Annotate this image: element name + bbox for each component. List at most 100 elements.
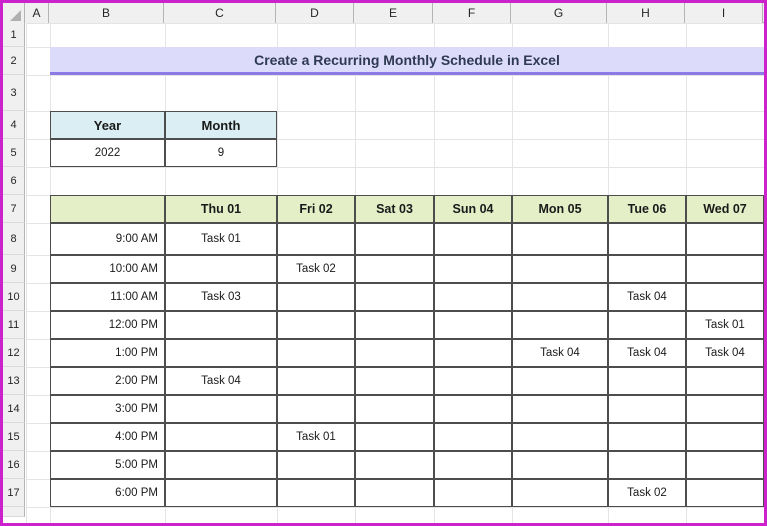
schedule-header-day-4[interactable]: Sun 04 [434, 195, 512, 223]
schedule-empty-cell[interactable] [165, 423, 277, 451]
schedule-empty-cell[interactable] [608, 223, 686, 255]
schedule-empty-cell[interactable] [608, 423, 686, 451]
schedule-empty-cell[interactable] [686, 479, 764, 507]
schedule-time-cell[interactable]: 4:00 PM [50, 423, 165, 451]
schedule-task-cell[interactable]: Task 04 [686, 339, 764, 367]
schedule-empty-cell[interactable] [355, 339, 434, 367]
schedule-empty-cell[interactable] [277, 367, 355, 395]
schedule-empty-cell[interactable] [512, 395, 608, 423]
column-header-c[interactable]: C [164, 3, 276, 23]
schedule-empty-cell[interactable] [686, 423, 764, 451]
schedule-empty-cell[interactable] [434, 339, 512, 367]
schedule-empty-cell[interactable] [355, 255, 434, 283]
column-header-e[interactable]: E [354, 3, 433, 23]
schedule-empty-cell[interactable] [165, 451, 277, 479]
schedule-empty-cell[interactable] [277, 339, 355, 367]
schedule-empty-cell[interactable] [165, 479, 277, 507]
schedule-time-cell[interactable]: 3:00 PM [50, 395, 165, 423]
schedule-empty-cell[interactable] [277, 223, 355, 255]
schedule-task-cell[interactable]: Task 01 [686, 311, 764, 339]
row-header-9[interactable]: 9 [3, 255, 25, 283]
column-header-b[interactable]: B [49, 3, 164, 23]
schedule-empty-cell[interactable] [512, 451, 608, 479]
schedule-header-day-1[interactable]: Thu 01 [165, 195, 277, 223]
schedule-empty-cell[interactable] [512, 283, 608, 311]
column-header-a[interactable]: A [25, 3, 49, 23]
schedule-empty-cell[interactable] [608, 367, 686, 395]
schedule-empty-cell[interactable] [608, 451, 686, 479]
schedule-task-cell[interactable]: Task 02 [277, 255, 355, 283]
date-table-value-year[interactable]: 2022 [50, 139, 165, 167]
row-header-17[interactable]: 17 [3, 479, 25, 507]
schedule-task-cell[interactable]: Task 04 [608, 283, 686, 311]
schedule-empty-cell[interactable] [686, 395, 764, 423]
schedule-time-cell[interactable]: 9:00 AM [50, 223, 165, 255]
schedule-empty-cell[interactable] [277, 479, 355, 507]
schedule-header-day-5[interactable]: Mon 05 [512, 195, 608, 223]
schedule-time-cell[interactable]: 12:00 PM [50, 311, 165, 339]
schedule-header-day-3[interactable]: Sat 03 [355, 195, 434, 223]
schedule-empty-cell[interactable] [277, 395, 355, 423]
schedule-empty-cell[interactable] [355, 367, 434, 395]
schedule-empty-cell[interactable] [512, 223, 608, 255]
schedule-header-day-6[interactable]: Tue 06 [608, 195, 686, 223]
row-header-13[interactable]: 13 [3, 367, 25, 395]
schedule-task-cell[interactable]: Task 01 [165, 223, 277, 255]
schedule-empty-cell[interactable] [434, 479, 512, 507]
schedule-empty-cell[interactable] [355, 283, 434, 311]
schedule-empty-cell[interactable] [165, 255, 277, 283]
row-header-1[interactable]: 1 [3, 23, 25, 47]
schedule-empty-cell[interactable] [434, 451, 512, 479]
schedule-empty-cell[interactable] [355, 479, 434, 507]
schedule-task-cell[interactable]: Task 03 [165, 283, 277, 311]
schedule-empty-cell[interactable] [165, 311, 277, 339]
date-table-header-year[interactable]: Year [50, 111, 165, 139]
schedule-empty-cell[interactable] [165, 395, 277, 423]
schedule-empty-cell[interactable] [512, 255, 608, 283]
schedule-empty-cell[interactable] [686, 367, 764, 395]
row-header-8[interactable]: 8 [3, 223, 25, 255]
schedule-task-cell[interactable]: Task 02 [608, 479, 686, 507]
schedule-empty-cell[interactable] [355, 423, 434, 451]
schedule-task-cell[interactable]: Task 04 [165, 367, 277, 395]
schedule-time-cell[interactable]: 11:00 AM [50, 283, 165, 311]
row-header-15[interactable]: 15 [3, 423, 25, 451]
schedule-empty-cell[interactable] [434, 223, 512, 255]
schedule-empty-cell[interactable] [165, 339, 277, 367]
column-header-g[interactable]: G [511, 3, 607, 23]
schedule-empty-cell[interactable] [355, 451, 434, 479]
schedule-empty-cell[interactable] [277, 311, 355, 339]
schedule-time-cell[interactable]: 1:00 PM [50, 339, 165, 367]
schedule-time-cell[interactable]: 5:00 PM [50, 451, 165, 479]
schedule-time-cell[interactable]: 6:00 PM [50, 479, 165, 507]
schedule-empty-cell[interactable] [608, 311, 686, 339]
schedule-empty-cell[interactable] [608, 255, 686, 283]
schedule-empty-cell[interactable] [686, 255, 764, 283]
schedule-empty-cell[interactable] [277, 283, 355, 311]
row-header-12[interactable]: 12 [3, 339, 25, 367]
column-header-h[interactable]: H [607, 3, 685, 23]
schedule-empty-cell[interactable] [434, 255, 512, 283]
schedule-empty-cell[interactable] [434, 311, 512, 339]
schedule-time-cell[interactable]: 2:00 PM [50, 367, 165, 395]
schedule-empty-cell[interactable] [355, 395, 434, 423]
schedule-time-cell[interactable]: 10:00 AM [50, 255, 165, 283]
schedule-header-day-2[interactable]: Fri 02 [277, 195, 355, 223]
schedule-empty-cell[interactable] [355, 311, 434, 339]
schedule-task-cell[interactable]: Task 01 [277, 423, 355, 451]
row-header-4[interactable]: 4 [3, 111, 25, 139]
schedule-empty-cell[interactable] [686, 283, 764, 311]
schedule-task-cell[interactable]: Task 04 [512, 339, 608, 367]
schedule-empty-cell[interactable] [434, 395, 512, 423]
row-header-16[interactable]: 16 [3, 451, 25, 479]
row-header-10[interactable]: 10 [3, 283, 25, 311]
column-header-f[interactable]: F [433, 3, 511, 23]
row-header-2[interactable]: 2 [3, 47, 25, 75]
schedule-empty-cell[interactable] [355, 223, 434, 255]
row-header-6[interactable]: 6 [3, 167, 25, 195]
row-header-5[interactable]: 5 [3, 139, 25, 167]
schedule-empty-cell[interactable] [512, 423, 608, 451]
schedule-empty-cell[interactable] [686, 223, 764, 255]
row-header-11[interactable]: 11 [3, 311, 25, 339]
column-header-d[interactable]: D [276, 3, 354, 23]
